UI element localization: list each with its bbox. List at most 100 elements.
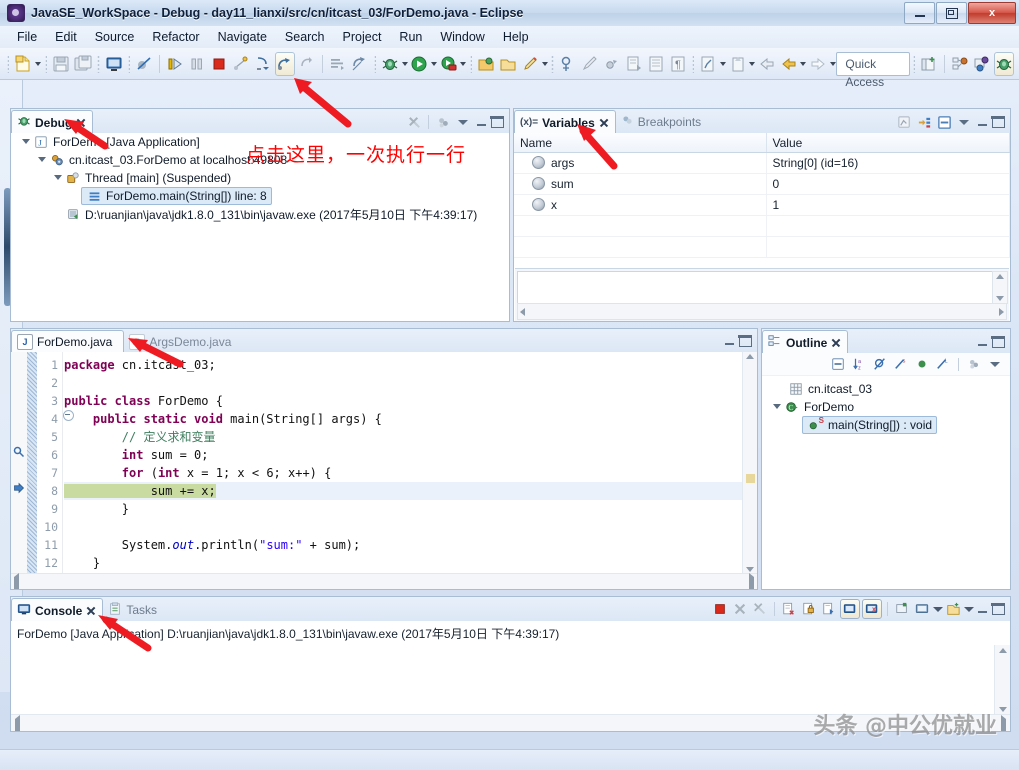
new-perspective-icon[interactable] [919, 52, 939, 76]
menu-source[interactable]: Source [86, 28, 144, 46]
expand-arrow-icon[interactable] [37, 155, 47, 165]
save-all-icon[interactable] [73, 52, 93, 76]
selected-stack-frame[interactable]: ForDemo.main(String[]) line: 8 [81, 187, 272, 205]
disconnect-icon[interactable] [231, 52, 251, 76]
column-header-name[interactable]: Name [514, 133, 766, 153]
maximize-view-icon[interactable] [991, 600, 1005, 618]
minimize-view-icon[interactable] [975, 333, 989, 351]
folding-stripe[interactable] [27, 352, 37, 574]
previous-edit-icon[interactable] [624, 52, 644, 76]
menu-file[interactable]: File [8, 28, 46, 46]
tab-variables[interactable]: (x)= Variables [514, 110, 616, 134]
tree-row[interactable]: J ForDemo [Java Application] [11, 133, 509, 151]
view-menu-dots-icon[interactable] [434, 113, 452, 131]
console-output[interactable] [11, 645, 995, 715]
scroll-lock-icon[interactable] [800, 600, 818, 618]
scroll-right-icon[interactable] [999, 308, 1004, 316]
scroll-left-icon[interactable] [520, 308, 525, 316]
maximize-button[interactable] [936, 2, 967, 24]
open-type-icon[interactable] [476, 52, 496, 76]
skip-breakpoints-icon[interactable] [134, 52, 154, 76]
terminate-icon[interactable] [209, 52, 229, 76]
minimize-view-icon[interactable] [975, 113, 989, 131]
minimize-editor-icon[interactable] [722, 332, 736, 350]
console-vscrollbar[interactable] [994, 645, 1010, 715]
annotation-ruler[interactable] [11, 352, 28, 574]
new-file-dropdown-arrow[interactable] [34, 54, 41, 74]
hide-nonpublic-icon[interactable] [913, 355, 931, 373]
tree-row[interactable]: Thread [main] (Suspended) [11, 169, 509, 187]
close-icon[interactable] [86, 606, 96, 616]
debug-dropdown-arrow[interactable] [401, 54, 408, 74]
save-icon[interactable] [51, 52, 71, 76]
menu-project[interactable]: Project [334, 28, 391, 46]
back-history-icon[interactable] [779, 52, 799, 76]
link-editor-icon[interactable] [965, 355, 983, 373]
table-row[interactable]: sum 0 [514, 174, 1010, 195]
detail-vscrollbar[interactable] [992, 271, 1008, 304]
code-text[interactable]: package cn.itcast_03; public class ForDe… [64, 352, 743, 574]
stderr-icon[interactable]: x [862, 599, 882, 619]
maximize-view-icon[interactable] [991, 333, 1005, 351]
menu-window[interactable]: Window [431, 28, 493, 46]
close-icon[interactable] [831, 338, 841, 348]
scroll-left-icon[interactable] [15, 715, 20, 731]
menu-edit[interactable]: Edit [46, 28, 86, 46]
expand-arrow-icon[interactable] [53, 173, 63, 183]
tab-breakpoints[interactable]: Breakpoints [616, 111, 707, 133]
collapse-all-icon[interactable] [915, 113, 933, 131]
tree-row[interactable]: D:\ruanjian\java\jdk1.8.0_131\bin\javaw.… [11, 205, 509, 223]
scroll-right-icon[interactable] [749, 573, 754, 589]
menu-refactor[interactable]: Refactor [143, 28, 208, 46]
detail-hscrollbar[interactable] [517, 303, 1007, 320]
scroll-up-icon[interactable] [746, 354, 754, 359]
minimize-view-icon[interactable] [975, 600, 989, 618]
console-hscrollbar[interactable] [11, 714, 1010, 731]
table-row[interactable]: args String[0] (id=16) [514, 153, 1010, 174]
next-annotation-icon[interactable] [602, 52, 622, 76]
view-menu-icon[interactable] [955, 113, 973, 131]
toggle-detail-pane-icon[interactable] [935, 113, 953, 131]
show-on-output-icon[interactable] [820, 600, 838, 618]
last-edit-dropdown-arrow[interactable] [749, 54, 756, 74]
open-console-icon[interactable] [944, 600, 962, 618]
expand-arrow-icon[interactable] [772, 402, 782, 412]
next-bookmark-icon[interactable] [698, 52, 718, 76]
tab-argsdemo-java[interactable]: J ArgsDemo.java [124, 331, 238, 352]
display-console-dropdown-arrow[interactable] [933, 600, 942, 618]
tree-row[interactable]: cn.itcast_03 [762, 380, 1010, 398]
whitespace-icon[interactable]: ¶ [668, 52, 688, 76]
step-over-icon[interactable] [275, 52, 295, 76]
minimize-view-icon[interactable] [474, 113, 488, 131]
collapse-all-icon[interactable] [829, 355, 847, 373]
suspend-icon[interactable] [187, 52, 207, 76]
sort-az-icon[interactable]: az [850, 355, 868, 373]
new-file-icon[interactable] [13, 52, 33, 76]
close-icon[interactable] [76, 118, 86, 128]
search-pencil-icon[interactable] [520, 52, 540, 76]
variables-table[interactable]: Name Value args String[0] (id=16) sum 0 … [514, 133, 1010, 258]
maximize-view-icon[interactable] [991, 113, 1005, 131]
open-task-icon[interactable] [498, 52, 518, 76]
external-tools-icon[interactable] [439, 52, 459, 76]
remove-all-terminated-icon[interactable] [405, 113, 423, 131]
menu-run[interactable]: Run [390, 28, 431, 46]
toggle-block-icon[interactable] [646, 52, 666, 76]
scroll-right-icon[interactable] [1001, 715, 1006, 731]
annotation-icon[interactable] [580, 52, 600, 76]
tab-tasks[interactable]: Tasks [103, 599, 163, 621]
scroll-left-icon[interactable] [14, 573, 19, 589]
table-row[interactable]: x 1 [514, 195, 1010, 216]
expand-arrow-icon[interactable] [21, 137, 31, 147]
back-dropdown-arrow[interactable] [800, 54, 807, 74]
editor-vscrollbar[interactable] [742, 352, 757, 574]
maximize-editor-icon[interactable] [738, 332, 752, 350]
close-icon[interactable] [599, 118, 609, 128]
tree-row[interactable]: ForDemo.main(String[]) line: 8 [11, 187, 509, 205]
outline-tree[interactable]: cn.itcast_03 C ForDemo S main(S [762, 376, 1010, 434]
scroll-down-icon[interactable] [999, 707, 1007, 712]
pin-console-icon[interactable] [893, 600, 911, 618]
stdout-icon[interactable] [840, 599, 860, 619]
debug-tree[interactable]: J ForDemo [Java Application] cn.itcast_0… [11, 133, 509, 321]
back-arrow-icon[interactable] [757, 52, 777, 76]
